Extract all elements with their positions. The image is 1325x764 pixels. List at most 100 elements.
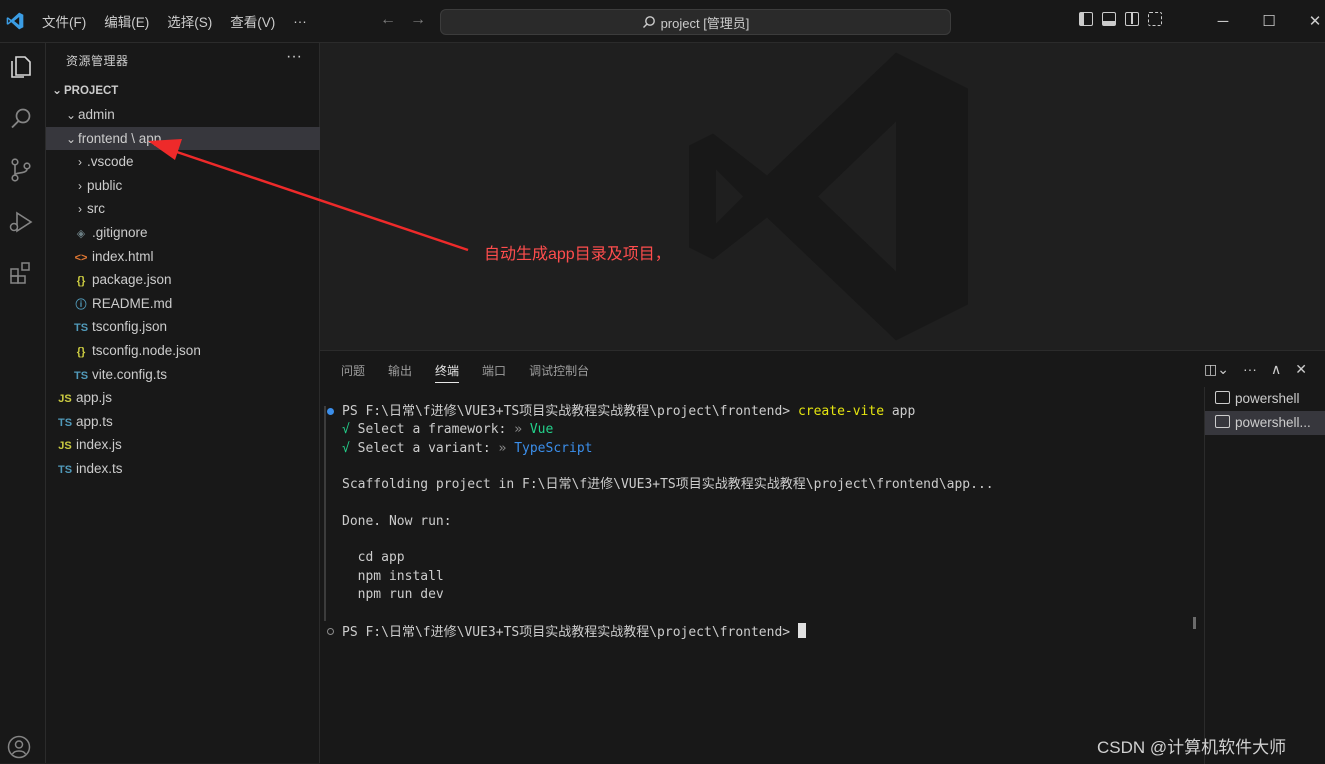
run-debug-icon[interactable] [7,208,35,236]
tree-item-label: index.html [92,248,154,264]
file-type-icon: TS [57,416,73,429]
tree-item-label: tsconfig.node.json [92,343,201,358]
menu-file[interactable]: 文件(F) [40,9,88,33]
explorer-more-icon[interactable]: ··· [286,48,302,66]
terminal-instance-2[interactable]: powershell... [1205,411,1325,435]
menu-bar: 文件(F) 编辑(E) 选择(S) 查看(V) ··· [40,0,309,42]
tree-file[interactable]: <> index.html [46,245,346,268]
terminal-output[interactable]: PS F:\日常\f进修\VUE3+TS项目实战教程实战教程\project\f… [342,403,1202,641]
file-type-icon: JS [58,393,72,406]
vscode-logo-icon [6,12,24,30]
project-label: PROJECT [64,85,119,97]
explorer-icon[interactable] [7,53,35,81]
tree-folder[interactable]: › public [46,174,346,197]
tab-output[interactable]: 输出 [388,362,412,383]
tree-file[interactable]: ◈ .gitignore [46,221,346,244]
chevron-down-icon: ⌄ [51,83,63,97]
terminal-scrollbar[interactable] [1193,617,1196,629]
vscode-watermark-logo [689,52,968,341]
file-type-icon: <> [74,251,88,264]
tree-file[interactable]: TS app.ts [46,410,330,433]
tree-item-label: vite.config.ts [92,366,168,382]
tree-folder[interactable]: ⌄ frontend \ app [46,126,337,150]
file-type-icon: JS [58,440,72,453]
tree-file[interactable]: TS tsconfig.json [46,315,346,338]
command-decoration-default [327,628,334,635]
menu-more[interactable]: ··· [291,12,309,31]
terminal-line: Scaffolding project in F:\日常\f进修\VUE3+TS… [342,477,994,493]
layout-controls [1079,12,1162,26]
chevron-right-icon: › [78,155,82,170]
terminal-prompt: PS F:\日常\f进修\VUE3+TS项目实战教程实战教程\project\f… [342,624,798,640]
file-type-icon: ◈ [76,228,86,240]
terminal-prompt: PS F:\日常\f进修\VUE3+TS项目实战教程实战教程\project\f… [342,404,798,419]
tree-item-label: .vscode [87,154,134,170]
toggle-secondary-sidebar-icon[interactable] [1125,12,1139,26]
terminal-line: npm run dev [342,586,444,602]
tree-item-label: app.ts [76,413,113,429]
terminal-line: npm install [342,568,444,584]
tab-ports[interactable]: 端口 [482,362,506,383]
close-panel-icon[interactable]: ✕ [1295,361,1307,378]
tree-file[interactable]: JS index.js [46,433,330,456]
source-control-icon[interactable] [7,156,35,184]
tree-item-label: README.md [92,295,173,311]
csdn-watermark: CSDN @计算机软件大师 [1097,738,1287,757]
tree-folder[interactable]: › .vscode [46,150,346,173]
terminal-sep: » [514,422,530,438]
tree-file[interactable]: {} package.json [46,268,346,291]
editor-area [320,43,1325,350]
chevron-down-icon: ⌄ [65,131,77,146]
tab-debug-console[interactable]: 调试控制台 [529,362,589,383]
terminal-text: Select a variant: [357,440,499,456]
split-terminal-icon[interactable]: ◫⌄ [1204,361,1229,378]
file-type-icon: {} [76,346,86,358]
tree-item-label: index.js [76,437,122,453]
tree-file[interactable]: TS vite.config.ts [46,363,346,386]
customize-layout-icon[interactable] [1148,12,1162,26]
maximize-icon[interactable]: ☐ [1246,12,1292,30]
tree-folder[interactable]: › src [46,197,346,220]
command-center-text: project [管理员] [660,15,750,31]
back-arrow-icon[interactable]: ← [380,11,396,29]
tree-item-label: app.js [76,390,113,406]
tab-terminal[interactable]: 终端 [435,362,460,383]
terminal-value: Vue [529,422,554,438]
menu-selection[interactable]: 选择(S) [165,9,214,33]
command-center[interactable]: project [管理员] [440,9,951,35]
maximize-panel-icon[interactable]: ∧ [1271,361,1281,378]
toggle-primary-sidebar-icon[interactable] [1079,12,1093,26]
menu-view[interactable]: 查看(V) [228,9,277,33]
search-view-icon[interactable] [7,105,35,133]
forward-arrow-icon[interactable]: → [410,11,426,29]
terminal-instance-1[interactable]: powershell [1205,387,1325,411]
minimize-icon[interactable]: ─ [1200,13,1246,30]
tree-item-label: index.ts [76,461,123,476]
chevron-right-icon: › [78,202,82,217]
tree-item-label: .gitignore [92,225,148,240]
tree-file[interactable]: JS app.js [46,386,330,409]
activity-bar [0,43,46,763]
tree-file[interactable]: {} tsconfig.node.json [46,339,346,362]
terminal-text: Select a framework: [357,422,515,438]
tree-item-label: frontend \ app [78,130,162,146]
menu-edit[interactable]: 编辑(E) [102,9,151,33]
toggle-panel-icon[interactable] [1102,12,1116,26]
powershell-icon [1215,391,1230,404]
tree-item-label: tsconfig.json [92,319,168,335]
tree-folder[interactable]: ⌄ admin [46,103,337,126]
account-icon[interactable] [7,735,31,759]
explorer-title: 资源管理器 [66,54,129,68]
tab-problems[interactable]: 问题 [341,362,365,383]
terminal-sep: » [498,440,515,456]
tree-file[interactable]: ⓘ README.md [46,292,346,315]
close-icon[interactable]: ✕ [1292,12,1325,30]
tree-file[interactable]: TS index.ts [46,457,330,480]
powershell-icon [1215,415,1230,428]
more-actions-icon[interactable]: ··· [1243,361,1257,378]
extensions-icon[interactable] [7,259,35,287]
title-bar: 文件(F) 编辑(E) 选择(S) 查看(V) ··· ← → project … [0,0,1325,43]
project-section-header[interactable]: ⌄ PROJECT [46,79,319,102]
chevron-down-icon: ⌄ [65,108,77,122]
nav-arrows: ← → [380,11,426,29]
